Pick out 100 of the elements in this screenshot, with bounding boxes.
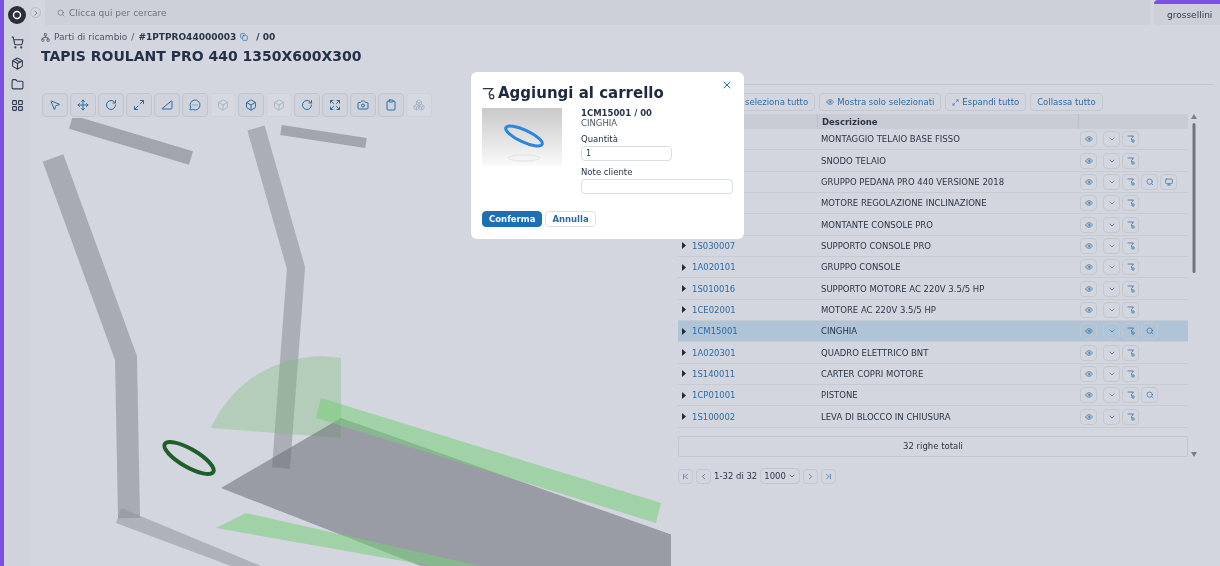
move-tool[interactable] <box>70 93 96 117</box>
add-to-cart-button[interactable] <box>1122 131 1139 148</box>
view-button[interactable] <box>1080 323 1097 340</box>
expand-arrow-icon[interactable] <box>682 391 686 399</box>
add-to-cart-button[interactable] <box>1122 323 1139 340</box>
add-to-cart-button[interactable] <box>1122 365 1139 382</box>
add-to-cart-button[interactable] <box>1122 173 1139 190</box>
expand-arrow-icon[interactable] <box>682 285 686 293</box>
pointer-tool[interactable] <box>42 93 68 117</box>
clipboard-tool[interactable] <box>378 93 404 117</box>
table-action-button[interactable]: Mostra solo selezionati <box>819 93 942 111</box>
expand-arrow-icon[interactable] <box>682 349 686 357</box>
view-button[interactable] <box>1080 173 1097 190</box>
table-row[interactable]: 1S010016 SUPPORTO MOTORE AC 220V 3.5/5 HP <box>678 278 1188 300</box>
part-code-link[interactable]: 1S030007 <box>692 240 736 251</box>
part-code-link[interactable]: 1S100002 <box>692 411 736 422</box>
table-row[interactable]: 1S140011 CARTER COPRI MOTORE <box>678 363 1188 386</box>
close-button[interactable] <box>721 79 733 91</box>
breadcrumb-link[interactable]: Parti di ricambio <box>54 32 128 42</box>
table-row[interactable]: 1S100002 LEVA DI BLOCCO IN CHIUSURA <box>678 406 1188 428</box>
table-row[interactable]: 1CP01001 PISTONE <box>678 385 1188 407</box>
dropdown-button[interactable] <box>1103 344 1120 361</box>
cart-icon[interactable] <box>10 36 24 49</box>
logo-icon[interactable] <box>8 6 26 24</box>
user-menu[interactable]: grossellini <box>1154 0 1220 25</box>
add-to-cart-button[interactable] <box>1122 344 1139 361</box>
dropdown-button[interactable] <box>1103 301 1120 318</box>
search-button[interactable] <box>1141 387 1158 404</box>
view-button[interactable] <box>1080 408 1097 425</box>
expand-arrow-icon[interactable] <box>682 306 686 314</box>
expand-arrow-icon[interactable] <box>682 242 686 250</box>
folder-icon[interactable] <box>10 78 24 91</box>
add-to-cart-button[interactable] <box>1122 301 1139 318</box>
package-icon[interactable] <box>10 57 24 70</box>
table-action-button[interactable]: Espandi tutto <box>945 93 1027 111</box>
scrollbar[interactable] <box>1191 114 1197 459</box>
table-action-button[interactable]: Collassa tutto <box>1030 93 1103 111</box>
part-code-link[interactable]: 1CP01001 <box>692 390 736 401</box>
add-to-cart-button[interactable] <box>1122 280 1139 297</box>
resize-tool[interactable] <box>126 93 152 117</box>
add-to-cart-button[interactable] <box>1122 408 1139 425</box>
dropdown-button[interactable] <box>1103 259 1120 276</box>
part-code-link[interactable]: 1A020301 <box>692 347 736 358</box>
chat-tool[interactable] <box>182 93 208 117</box>
next-page-button[interactable] <box>802 468 818 484</box>
last-page-button[interactable] <box>820 468 836 484</box>
part-code-link[interactable]: 1S140011 <box>692 368 736 379</box>
fullscreen-tool[interactable] <box>322 93 348 117</box>
cancel-button[interactable]: Annulla <box>545 211 596 227</box>
view-button[interactable] <box>1080 131 1097 148</box>
add-to-cart-button[interactable] <box>1122 152 1139 169</box>
dropdown-button[interactable] <box>1103 408 1120 425</box>
dropdown-button[interactable] <box>1103 216 1120 233</box>
expand-arrow-icon[interactable] <box>682 413 686 421</box>
table-row[interactable]: 1A020101 GRUPPO CONSOLE <box>678 257 1188 279</box>
expand-arrow-icon[interactable] <box>682 327 686 335</box>
part-code-link[interactable]: 1A020101 <box>692 262 736 273</box>
camera-tool[interactable] <box>350 93 376 117</box>
add-to-cart-button[interactable] <box>1122 216 1139 233</box>
part-code-link[interactable]: 1CE02001 <box>692 304 736 315</box>
part-code-link[interactable]: 1S010016 <box>692 283 736 294</box>
previous-page-button[interactable] <box>696 468 711 484</box>
monitor-button[interactable] <box>1160 173 1177 190</box>
cube-tool[interactable] <box>238 93 264 117</box>
table-row[interactable]: 1A020301 QUADRO ELETTRICO BNT <box>678 342 1188 364</box>
dropdown-button[interactable] <box>1103 280 1120 297</box>
search-button[interactable] <box>1141 173 1158 190</box>
table-row[interactable]: 1CM15001 CINGHIA <box>678 321 1188 343</box>
expand-arrow-icon[interactable] <box>682 263 686 271</box>
view-button[interactable] <box>1080 387 1097 404</box>
notes-field[interactable] <box>581 179 733 194</box>
page-size-select[interactable]: 1000 <box>760 468 800 484</box>
apps-icon[interactable] <box>10 99 24 112</box>
view-button[interactable] <box>1080 259 1097 276</box>
dropdown-button[interactable] <box>1103 131 1120 148</box>
dropdown-button[interactable] <box>1103 195 1120 212</box>
add-to-cart-button[interactable] <box>1122 195 1139 212</box>
quantity-field[interactable]: 1 <box>581 146 672 161</box>
add-to-cart-button[interactable] <box>1122 237 1139 254</box>
dropdown-button[interactable] <box>1103 173 1120 190</box>
view-button[interactable] <box>1080 365 1097 382</box>
view-button[interactable] <box>1080 216 1097 233</box>
view-button[interactable] <box>1080 344 1097 361</box>
rotate-tool[interactable] <box>98 93 124 117</box>
expand-arrow-icon[interactable] <box>682 370 686 378</box>
view-button[interactable] <box>1080 237 1097 254</box>
dropdown-button[interactable] <box>1103 365 1120 382</box>
copy-icon[interactable] <box>240 33 249 41</box>
add-to-cart-button[interactable] <box>1122 387 1139 404</box>
view-button[interactable] <box>1080 301 1097 318</box>
confirm-button[interactable]: Conferma <box>482 211 543 227</box>
redo-tool[interactable] <box>294 93 320 117</box>
dropdown-button[interactable] <box>1103 152 1120 169</box>
dropdown-button[interactable] <box>1103 323 1120 340</box>
first-page-button[interactable] <box>678 468 693 484</box>
ruler-tool[interactable] <box>154 93 180 117</box>
view-button[interactable] <box>1080 280 1097 297</box>
view-button[interactable] <box>1080 152 1097 169</box>
dropdown-button[interactable] <box>1103 387 1120 404</box>
view-button[interactable] <box>1080 195 1097 212</box>
